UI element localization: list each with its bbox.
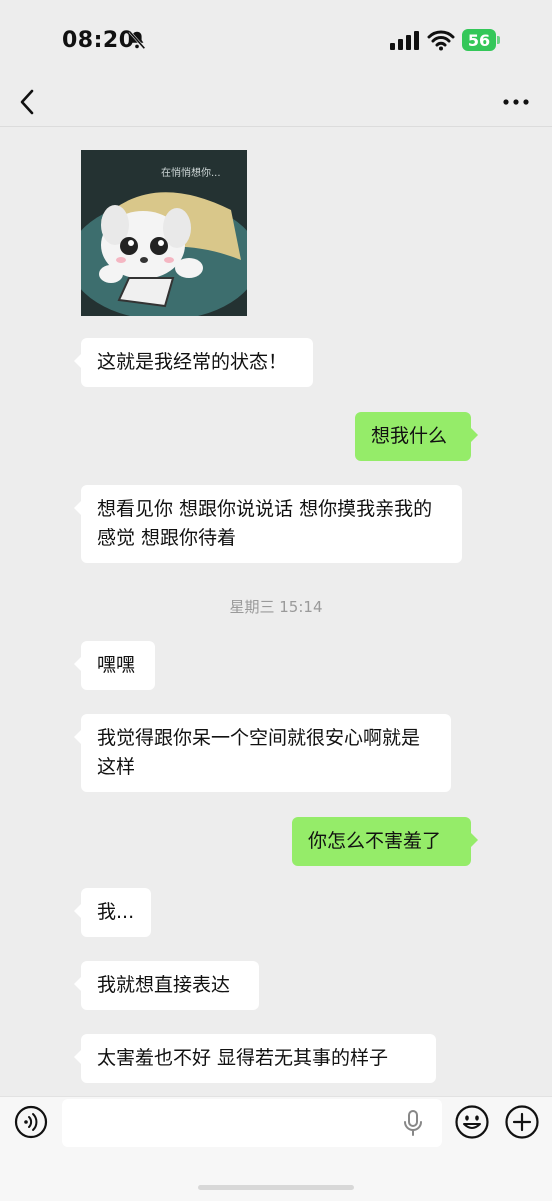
home-indicator[interactable]	[198, 1185, 354, 1190]
sticker-image[interactable]: 在悄悄想你...	[81, 150, 247, 316]
message-bubble-left[interactable]: 我...	[74, 888, 151, 937]
cellular-signal-icon	[390, 30, 420, 54]
message-bubble-left[interactable]: 我就想直接表达	[74, 961, 259, 1010]
message-bubble-left[interactable]: 想看见你 想跟你说说话 想你摸我亲我的感觉 想跟你待着	[74, 485, 462, 563]
bell-muted-icon	[126, 29, 148, 55]
battery-indicator: 56	[462, 29, 496, 51]
chevron-left-icon[interactable]	[16, 86, 40, 122]
message-bubble-left[interactable]: 太害羞也不好 显得若无其事的样子	[74, 1034, 436, 1083]
message-bubble-right[interactable]: 你怎么不害羞了	[292, 817, 478, 866]
more-dots-icon[interactable]	[502, 88, 530, 120]
microphone-icon[interactable]	[402, 1109, 424, 1141]
chat-nav-bar	[0, 80, 552, 127]
emoji-icon[interactable]	[454, 1104, 490, 1144]
chat-timestamp: 星期三 15:14	[229, 598, 323, 616]
clock: 08:20	[62, 28, 135, 53]
message-bubble-left[interactable]: 嘿嘿	[74, 641, 155, 690]
plus-icon[interactable]	[504, 1104, 540, 1144]
wifi-icon	[427, 29, 455, 55]
sticker-caption: 在悄悄想你...	[161, 168, 221, 179]
message-bubble-right[interactable]: 想我什么	[355, 412, 478, 461]
message-input-bar	[0, 1096, 552, 1201]
message-bubble-left[interactable]: 这就是我经常的状态！	[74, 338, 313, 387]
message-input[interactable]	[62, 1099, 442, 1147]
voice-icon[interactable]	[14, 1105, 48, 1143]
battery-cap	[497, 36, 500, 44]
status-bar: 08:20 56	[0, 0, 552, 80]
message-bubble-left[interactable]: 我觉得跟你呆一个空间就很安心啊就是这样	[74, 714, 451, 792]
